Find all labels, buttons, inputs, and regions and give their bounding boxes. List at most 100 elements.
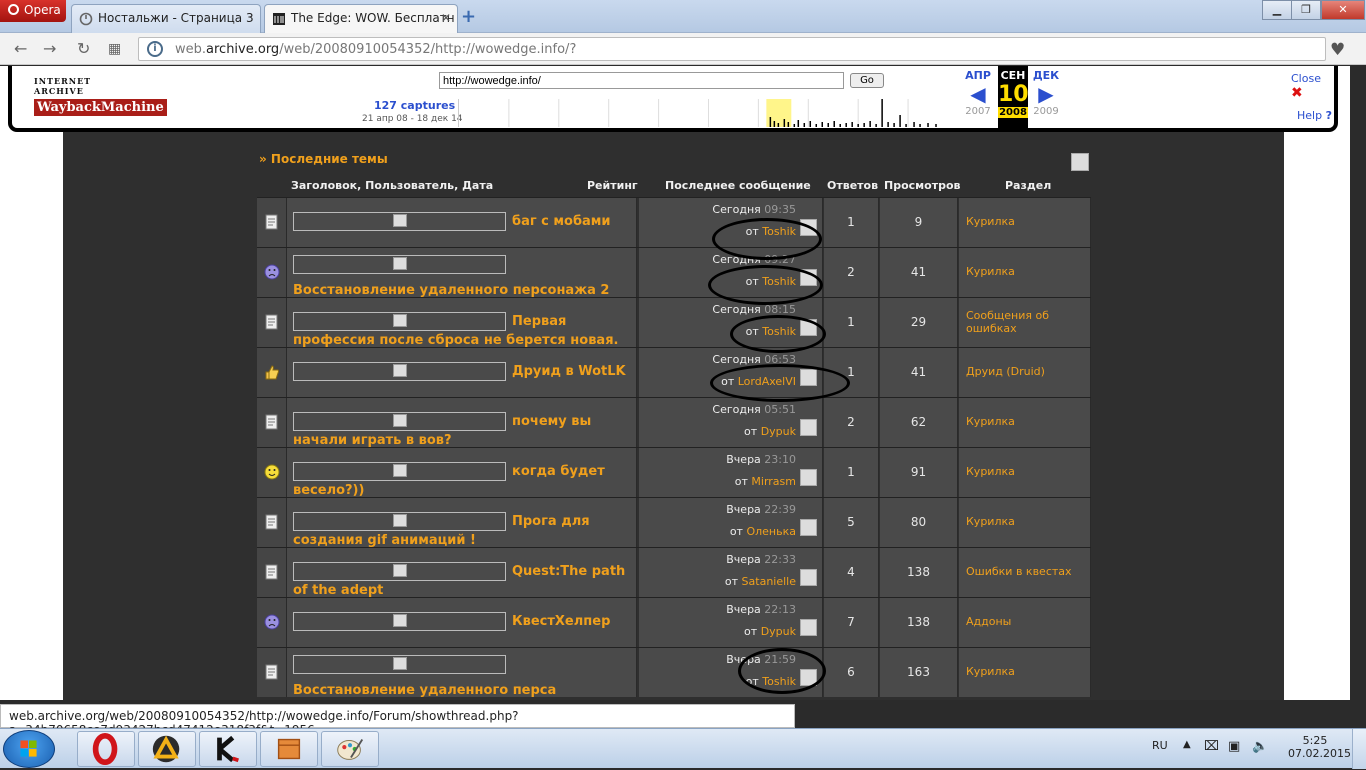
maximize-button[interactable]: ❐ [1291,0,1321,20]
show-desktop-button[interactable] [1352,729,1366,769]
close-window-button[interactable]: ✕ [1321,0,1365,20]
header-section[interactable]: Раздел [1005,179,1051,192]
archive-icon [273,13,285,25]
captures-sparkline[interactable] [458,99,942,127]
wayback-url-input[interactable] [439,72,844,89]
topic-title[interactable]: когда будет [512,462,605,481]
go-to-last-post-icon[interactable] [800,419,817,436]
section-link[interactable]: Курилка [959,398,1091,447]
tray-expand-icon[interactable]: ▲ [1183,739,1191,750]
taskbar-kaspersky[interactable] [199,731,257,767]
section-title[interactable]: » Последние темы [259,152,388,166]
annotation-circle [730,315,826,353]
speed-dial-icon[interactable]: ▦ [108,41,121,57]
last-post-author: от Оленька [729,525,796,538]
next-arrow-icon[interactable]: ▶ [1032,82,1060,106]
author-link[interactable]: Dypuk [761,425,796,438]
topic-row: Первая профессия после сброса не берется … [257,297,1091,348]
topic-title[interactable]: Прога для [512,512,590,531]
back-icon[interactable]: ← [14,39,27,58]
taskbar-app-box[interactable] [260,731,318,767]
section-link[interactable]: Ошибки в квестах [959,548,1091,597]
address-input[interactable]: i web.archive.org/web/20080910054352/htt… [138,37,1326,61]
network-icon[interactable]: ▣ [1228,739,1240,754]
section-link[interactable]: Курилка [959,448,1091,497]
wayback-close-button[interactable]: Close ✖ [1291,72,1334,101]
bookmark-heart-icon[interactable]: ♥ [1330,40,1345,60]
status-bar-url: web.archive.org/web/20080910054352/http:… [0,704,795,737]
replies-count: 1 [824,198,879,247]
windows-logo-icon [20,740,37,757]
header-views[interactable]: Просмотров [884,179,960,192]
taskbar-paint[interactable] [321,731,379,767]
go-to-last-post-icon[interactable] [800,619,817,636]
header-replies[interactable]: Ответов [827,179,878,192]
close-x-icon: ✖ [1291,85,1303,101]
info-icon[interactable]: i [147,41,163,57]
broken-image-icon [393,564,407,577]
section-link[interactable]: Курилка [959,648,1091,697]
section-link[interactable]: Сообщения об ошибках [959,298,1091,347]
language-indicator[interactable]: RU [1152,739,1168,752]
author-link[interactable]: Оленька [746,525,796,538]
views-count: 41 [880,348,958,397]
windows-taskbar: RU ▲ ⌧ ▣ 🔈 5:25 07.02.2015 [0,728,1366,769]
last-post-author: от Satanielle [724,575,796,588]
views-count: 29 [880,298,958,347]
thread-doc-icon [265,664,278,680]
start-button[interactable] [3,730,55,768]
topic-title[interactable]: Друид в WotLK [512,362,626,381]
wayback-help-button[interactable]: Help ? [1297,109,1332,122]
header-last-post[interactable]: Последнее сообщение [665,179,811,192]
taskbar-aimp[interactable] [138,731,196,767]
prev-arrow-icon[interactable]: ◀ [964,82,992,106]
section-link[interactable]: Курилка [959,248,1091,297]
captures-link[interactable]: 127 captures [374,99,455,112]
topic-title[interactable]: баг с мобами [512,212,611,231]
go-to-last-post-icon[interactable] [800,569,817,586]
annotation-circle [710,364,850,402]
section-link[interactable]: Курилка [959,498,1091,547]
views-count: 91 [880,448,958,497]
device-icon[interactable]: ⌧ [1204,739,1219,754]
author-link[interactable]: Mirrasm [751,475,796,488]
last-post-cell: Вчера 22:13 от Dypuk [639,598,823,647]
clock[interactable]: 5:25 07.02.2015 [1288,734,1351,760]
wayback-logo[interactable]: INTERNET ARCHIVE WaybackMachine [34,76,167,118]
tab-nostalgia[interactable]: Ностальжи - Страница 3 [71,4,261,33]
header-title[interactable]: Заголовок, Пользователь, Дата [291,179,493,192]
taskbar-opera[interactable] [77,731,135,767]
forward-icon[interactable]: → [43,39,56,58]
broken-image-icon [393,464,407,477]
new-tab-button[interactable]: + [461,6,476,27]
broken-image-icon [393,514,407,527]
topic-title[interactable]: Первая [512,312,566,331]
minimize-button[interactable]: ▁ [1262,0,1292,20]
section-link[interactable]: Курилка [959,198,1091,247]
section-link[interactable]: Друид (Druid) [959,348,1091,397]
tab-the-edge[interactable]: The Edge: WOW. Бесплатн ✕ [264,4,458,33]
reload-icon[interactable]: ↻ [77,39,90,58]
next-capture[interactable]: ДЕК ▶ 2009 [1032,69,1060,117]
volume-icon[interactable]: 🔈 [1252,739,1268,754]
paint-icon [337,739,364,760]
close-tab-icon[interactable]: ✕ [441,11,451,25]
go-to-last-post-icon[interactable] [800,519,817,536]
wayback-toolbar: INTERNET ARCHIVE WaybackMachine Go 127 c… [8,66,1338,132]
topic-title[interactable]: Восстановление удаленного перса [293,681,556,700]
last-post-cell: Сегодня 05:51 от Dypuk [639,398,823,447]
section-link[interactable]: Аддоны [959,598,1091,647]
topic-title[interactable]: КвестХелпер [512,612,610,631]
collapse-image-icon[interactable] [1071,153,1089,171]
replies-count: 4 [824,548,879,597]
author-link[interactable]: Dypuk [761,625,796,638]
go-to-last-post-icon[interactable] [800,469,817,486]
prev-capture[interactable]: АПР ◀ 2007 [964,69,992,117]
author-link[interactable]: Satanielle [742,575,796,588]
topic-title[interactable]: Quest:The path [512,562,625,581]
header-rating[interactable]: Рейтинг [587,179,638,192]
wayback-go-button[interactable]: Go [850,73,884,88]
opera-menu-button[interactable]: Opera [0,0,66,22]
broken-image-icon [393,657,407,670]
topic-title[interactable]: почему вы [512,412,591,431]
